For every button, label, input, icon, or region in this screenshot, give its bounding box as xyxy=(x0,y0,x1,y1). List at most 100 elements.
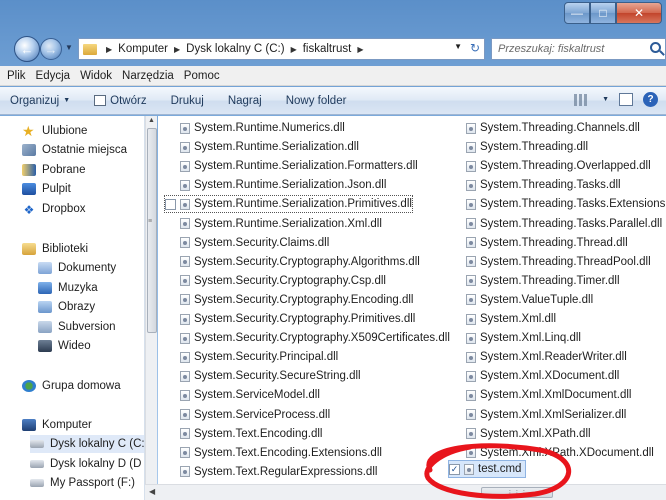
scroll-up-icon[interactable]: ▲ xyxy=(148,117,155,124)
file-name: System.Threading.Tasks.dll xyxy=(480,179,621,192)
address-bar[interactable]: ▶ Komputer ▶ Dysk lokalny C (C:) ▶ fiska… xyxy=(78,38,485,60)
open-button[interactable]: Otwórz xyxy=(94,95,147,107)
list-item[interactable]: System.Threading.Timer.dll xyxy=(466,272,620,290)
list-item[interactable]: System.Xml.ReaderWriter.dll xyxy=(466,348,627,366)
file-name: System.Security.Cryptography.Encoding.dl… xyxy=(194,293,414,306)
print-button[interactable]: Drukuj xyxy=(171,95,204,107)
item-checkbox[interactable] xyxy=(165,198,176,210)
list-item[interactable]: System.Security.Cryptography.Algorithms.… xyxy=(180,253,420,271)
nav-computer[interactable]: Komputer xyxy=(22,416,92,434)
help-icon[interactable]: ? xyxy=(643,92,658,107)
file-name: System.Runtime.Serialization.Formatters.… xyxy=(194,160,418,173)
list-item[interactable]: System.Security.Claims.dll xyxy=(180,234,329,252)
nav-drive-c[interactable]: Dysk lokalny C (C: xyxy=(30,435,144,453)
list-item[interactable]: System.Threading.Tasks.Extensions.dll xyxy=(466,195,666,213)
list-item[interactable]: System.Security.Cryptography.Primitives.… xyxy=(180,310,415,328)
maximize-button[interactable]: □ xyxy=(590,2,616,24)
menu-file[interactable]: Plik xyxy=(6,70,27,82)
menu-help[interactable]: Pomoc xyxy=(183,70,221,82)
menu-edit[interactable]: Edycja xyxy=(35,70,72,82)
nav-vertical-scrollbar[interactable]: ▲ ≡ xyxy=(145,116,157,500)
list-item[interactable]: System.Threading.ThreadPool.dll xyxy=(466,253,651,271)
list-item[interactable]: System.Text.Encoding.dll xyxy=(180,425,322,443)
nav-music[interactable]: Muzyka xyxy=(38,279,98,297)
list-item[interactable]: System.ServiceProcess.dll xyxy=(180,406,330,424)
list-item[interactable]: System.Xml.XDocument.dll xyxy=(466,367,619,385)
nav-dropbox[interactable]: ❖ Dropbox xyxy=(22,200,86,218)
list-item[interactable]: System.Xml.XmlDocument.dll xyxy=(466,386,631,404)
list-item[interactable]: System.Runtime.Serialization.Primitives.… xyxy=(164,195,413,214)
list-item[interactable]: System.Xml.Linq.dll xyxy=(466,329,581,347)
forward-button[interactable]: → xyxy=(40,38,62,60)
burn-button[interactable]: Nagraj xyxy=(228,95,262,107)
refresh-icon[interactable]: ↻ xyxy=(470,41,480,55)
horizontal-scrollbar[interactable]: ◀ ⋮⋮⋮ xyxy=(145,484,666,500)
list-item[interactable]: System.Threading.Overlapped.dll xyxy=(466,157,651,175)
nav-desktop[interactable]: Pulpit xyxy=(22,180,71,198)
breadcrumb-computer[interactable]: Komputer xyxy=(118,43,168,55)
list-item[interactable]: System.Threading.Thread.dll xyxy=(466,234,628,252)
new-folder-button[interactable]: Nowy folder xyxy=(286,95,347,107)
nav-favorites[interactable]: ★ Ulubione xyxy=(22,122,87,140)
list-item[interactable]: System.Runtime.Serialization.dll xyxy=(180,138,359,156)
chevron-right-icon[interactable]: ▶ xyxy=(357,45,363,54)
list-item[interactable]: System.Runtime.Numerics.dll xyxy=(180,119,345,137)
list-item[interactable]: System.Xml.dll xyxy=(466,310,556,328)
organize-button[interactable]: Organizuj ▼ xyxy=(10,95,70,107)
nav-passport[interactable]: My Passport (F:) xyxy=(30,474,135,492)
chevron-right-icon[interactable]: ▶ xyxy=(106,45,112,54)
search-input[interactable]: Przeszukaj: fiskaltrust xyxy=(491,38,666,60)
scroll-left-icon[interactable]: ◀ xyxy=(149,487,155,496)
chevron-right-icon[interactable]: ▶ xyxy=(174,45,180,54)
item-checkbox[interactable]: ✓ xyxy=(449,463,460,475)
list-item[interactable]: System.Security.Principal.dll xyxy=(180,348,338,366)
list-item[interactable]: System.Security.Cryptography.Encoding.dl… xyxy=(180,291,413,309)
file-name: System.Runtime.Numerics.dll xyxy=(194,122,345,134)
list-item[interactable]: System.Security.Cryptography.Csp.dll xyxy=(180,272,386,290)
list-item[interactable]: System.Threading.Tasks.dll xyxy=(466,176,621,194)
menu-tools[interactable]: Narzędzia xyxy=(121,70,175,82)
list-item[interactable]: System.Threading.Channels.dll xyxy=(466,119,640,137)
chevron-right-icon[interactable]: ▶ xyxy=(291,45,297,54)
list-item[interactable]: System.Runtime.Serialization.Json.dll xyxy=(180,176,386,194)
list-item[interactable]: System.Security.SecureString.dll xyxy=(180,367,361,385)
search-icon[interactable] xyxy=(650,42,661,53)
list-item[interactable]: System.Xml.XmlSerializer.dll xyxy=(466,406,626,424)
dll-file-icon xyxy=(466,218,476,229)
nav-video[interactable]: Wideo xyxy=(38,337,91,355)
nav-drive-d[interactable]: Dysk lokalny D (D xyxy=(30,455,141,473)
nav-libraries[interactable]: Biblioteki xyxy=(22,240,88,258)
video-icon xyxy=(38,340,52,352)
scroll-thumb[interactable] xyxy=(147,128,157,333)
recent-pages-dropdown[interactable]: ▼ xyxy=(65,43,73,52)
list-item[interactable]: System.Text.Encoding.Extensions.dll xyxy=(180,444,382,462)
list-item[interactable]: System.Xml.XPath.dll xyxy=(466,425,591,443)
nav-homegroup[interactable]: Grupa domowa xyxy=(22,377,121,395)
list-item[interactable]: System.Text.RegularExpressions.dll xyxy=(180,463,377,481)
list-item[interactable]: System.Security.Cryptography.X509Certifi… xyxy=(180,329,450,347)
scroll-thumb[interactable]: ⋮⋮⋮ xyxy=(481,487,553,498)
list-item[interactable]: System.Xml.XPath.XDocument.dll xyxy=(466,444,654,462)
list-item[interactable]: System.Threading.Tasks.Parallel.dll xyxy=(466,215,662,233)
list-item[interactable]: System.ServiceModel.dll xyxy=(180,386,320,404)
nav-downloads[interactable]: Pobrane xyxy=(22,161,85,179)
list-item-test-cmd[interactable]: ✓ test.cmd xyxy=(448,460,527,478)
list-item[interactable]: System.ValueTuple.dll xyxy=(466,291,593,309)
change-view-icon[interactable] xyxy=(574,93,589,106)
close-button[interactable]: ✕ xyxy=(616,2,662,24)
preview-pane-icon[interactable] xyxy=(619,93,633,106)
nav-pictures[interactable]: Obrazy xyxy=(38,298,95,316)
breadcrumb-fiskaltrust[interactable]: fiskaltrust xyxy=(303,43,352,55)
list-item[interactable]: System.Runtime.Serialization.Formatters.… xyxy=(180,157,418,175)
minimize-button[interactable]: — xyxy=(564,2,590,24)
chevron-down-icon[interactable]: ▼ xyxy=(602,96,609,103)
address-dropdown-icon[interactable]: ▼ xyxy=(454,42,462,51)
menu-view[interactable]: Widok xyxy=(79,70,113,82)
breadcrumb-drive-c[interactable]: Dysk lokalny C (C:) xyxy=(186,43,284,55)
list-item[interactable]: System.Runtime.Serialization.Xml.dll xyxy=(180,215,382,233)
list-item[interactable]: System.Threading.dll xyxy=(466,138,588,156)
nav-recent[interactable]: Ostatnie miejsca xyxy=(22,141,127,159)
back-button[interactable]: ← xyxy=(14,36,40,62)
nav-documents[interactable]: Dokumenty xyxy=(38,259,116,277)
nav-subversion[interactable]: Subversion xyxy=(38,318,116,336)
